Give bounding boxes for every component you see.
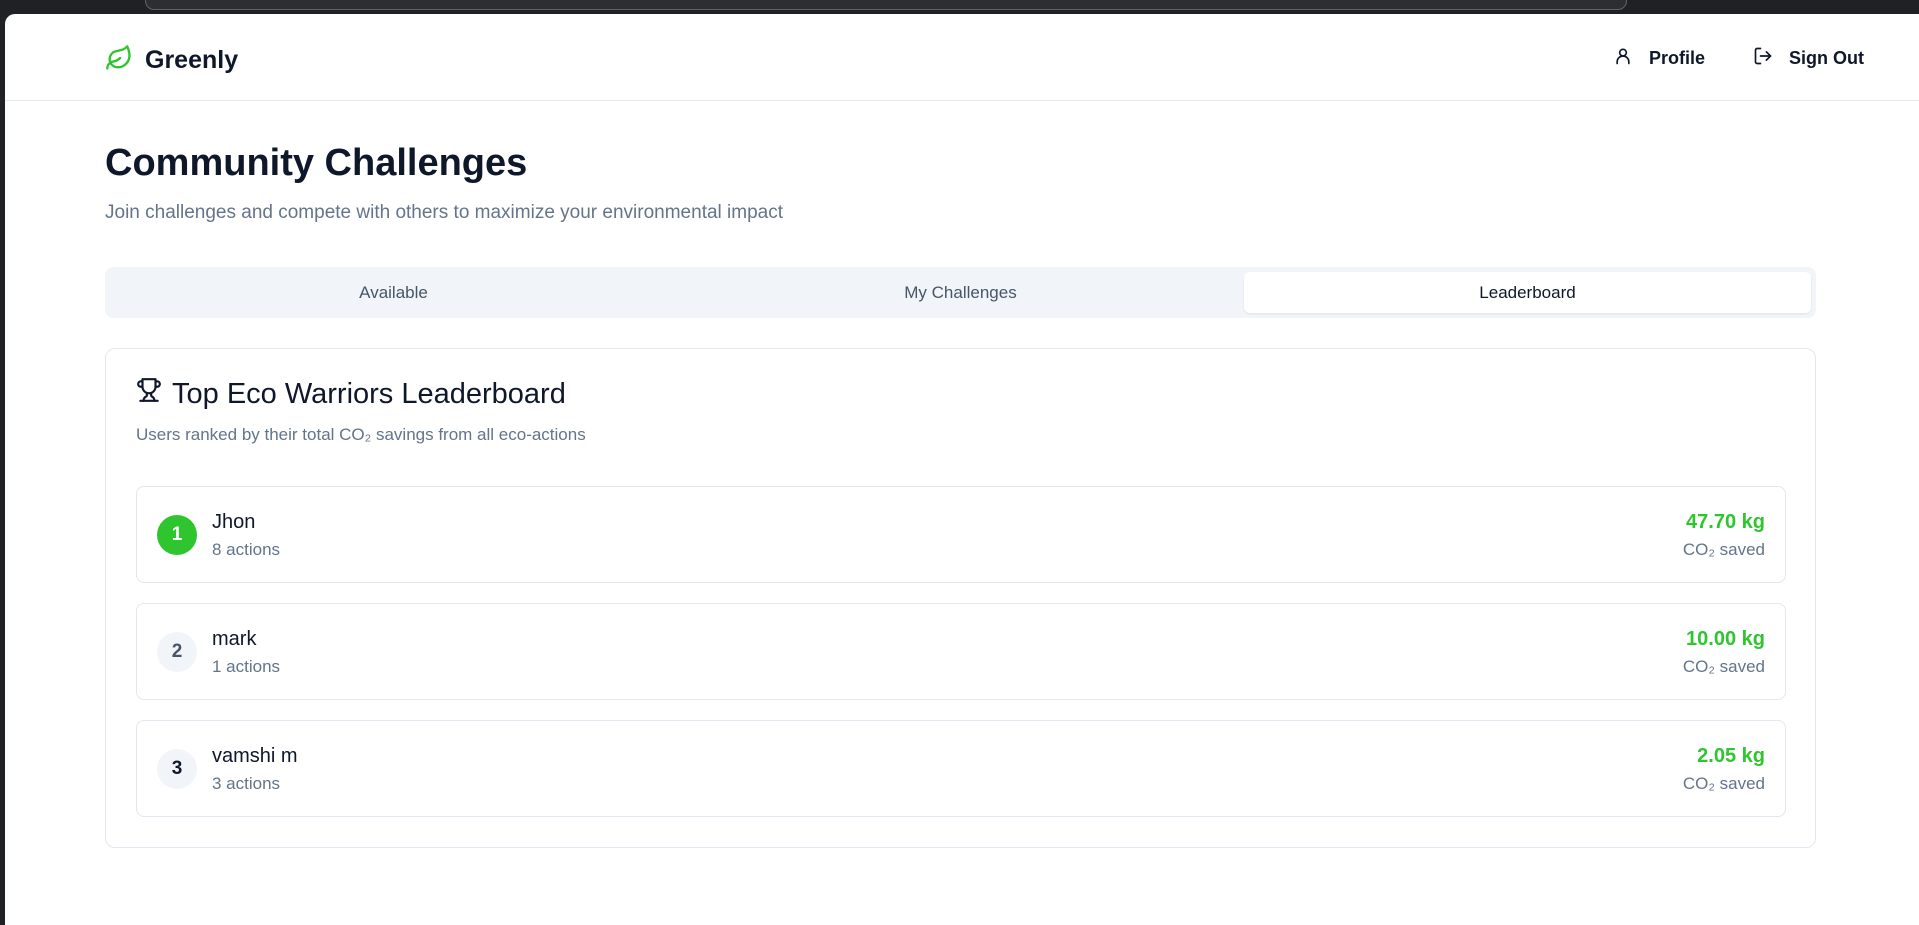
sign-out-label: Sign Out (1789, 48, 1864, 68)
leaderboard-heading: Top Eco Warriors Leaderboard (136, 377, 566, 411)
sign-out-button[interactable]: Sign Out (1753, 46, 1864, 71)
leaderboard-subtitle: Users ranked by their total CO₂ savings … (136, 425, 586, 444)
brand-name: Greenly (145, 46, 239, 74)
challenge-tabs: Available My Challenges Leaderboard (105, 267, 1816, 318)
co2-label: CO₂ saved (1682, 774, 1765, 793)
user-name: Jhon (212, 511, 256, 533)
list-item: 1 Jhon 8 actions 47.70 kg CO₂ saved (136, 486, 1786, 583)
tab-my-challenges[interactable]: My Challenges (677, 272, 1244, 313)
page-title: Community Challenges (105, 142, 528, 184)
app-window: Greenly Profile Sign Out Community Chall… (5, 14, 1919, 925)
page-subtitle: Join challenges and compete with others … (105, 202, 783, 223)
action-count: 3 actions (212, 774, 281, 793)
co2-amount: 10.00 kg (1686, 628, 1765, 650)
rank-badge: 3 (157, 749, 197, 789)
rank-badge: 1 (157, 515, 197, 555)
user-name: vamshi m (212, 745, 298, 767)
leaderboard-list: 1 Jhon 8 actions 47.70 kg CO₂ saved 2 ma… (136, 486, 1786, 837)
list-item: 3 vamshi m 3 actions 2.05 kg CO₂ saved (136, 720, 1786, 817)
top-navbar: Greenly Profile Sign Out (5, 14, 1919, 101)
user-name: mark (212, 628, 257, 650)
tab-leaderboard[interactable]: Leaderboard (1244, 272, 1811, 313)
leaderboard-title: Top Eco Warriors Leaderboard (172, 377, 566, 410)
co2-amount: 2.05 kg (1697, 745, 1765, 767)
browser-chrome (0, 0, 1919, 14)
profile-link[interactable]: Profile (1613, 46, 1705, 71)
list-item: 2 mark 1 actions 10.00 kg CO₂ saved (136, 603, 1786, 700)
action-count: 8 actions (212, 540, 281, 559)
co2-amount: 47.70 kg (1686, 511, 1765, 533)
leaderboard-card: Top Eco Warriors Leaderboard Users ranke… (105, 348, 1816, 848)
user-icon (1613, 46, 1633, 71)
brand[interactable]: Greenly (105, 44, 238, 77)
co2-label: CO₂ saved (1682, 540, 1765, 559)
leaf-icon (105, 44, 133, 77)
co2-label: CO₂ saved (1682, 657, 1765, 676)
log-out-icon (1753, 46, 1773, 71)
rank-badge: 2 (157, 632, 197, 672)
tab-available[interactable]: Available (110, 272, 677, 313)
address-bar[interactable] (145, 0, 1627, 10)
action-count: 1 actions (212, 657, 281, 676)
trophy-icon (136, 377, 162, 411)
nav-actions: Profile Sign Out (1613, 46, 1864, 71)
profile-label: Profile (1648, 48, 1705, 68)
